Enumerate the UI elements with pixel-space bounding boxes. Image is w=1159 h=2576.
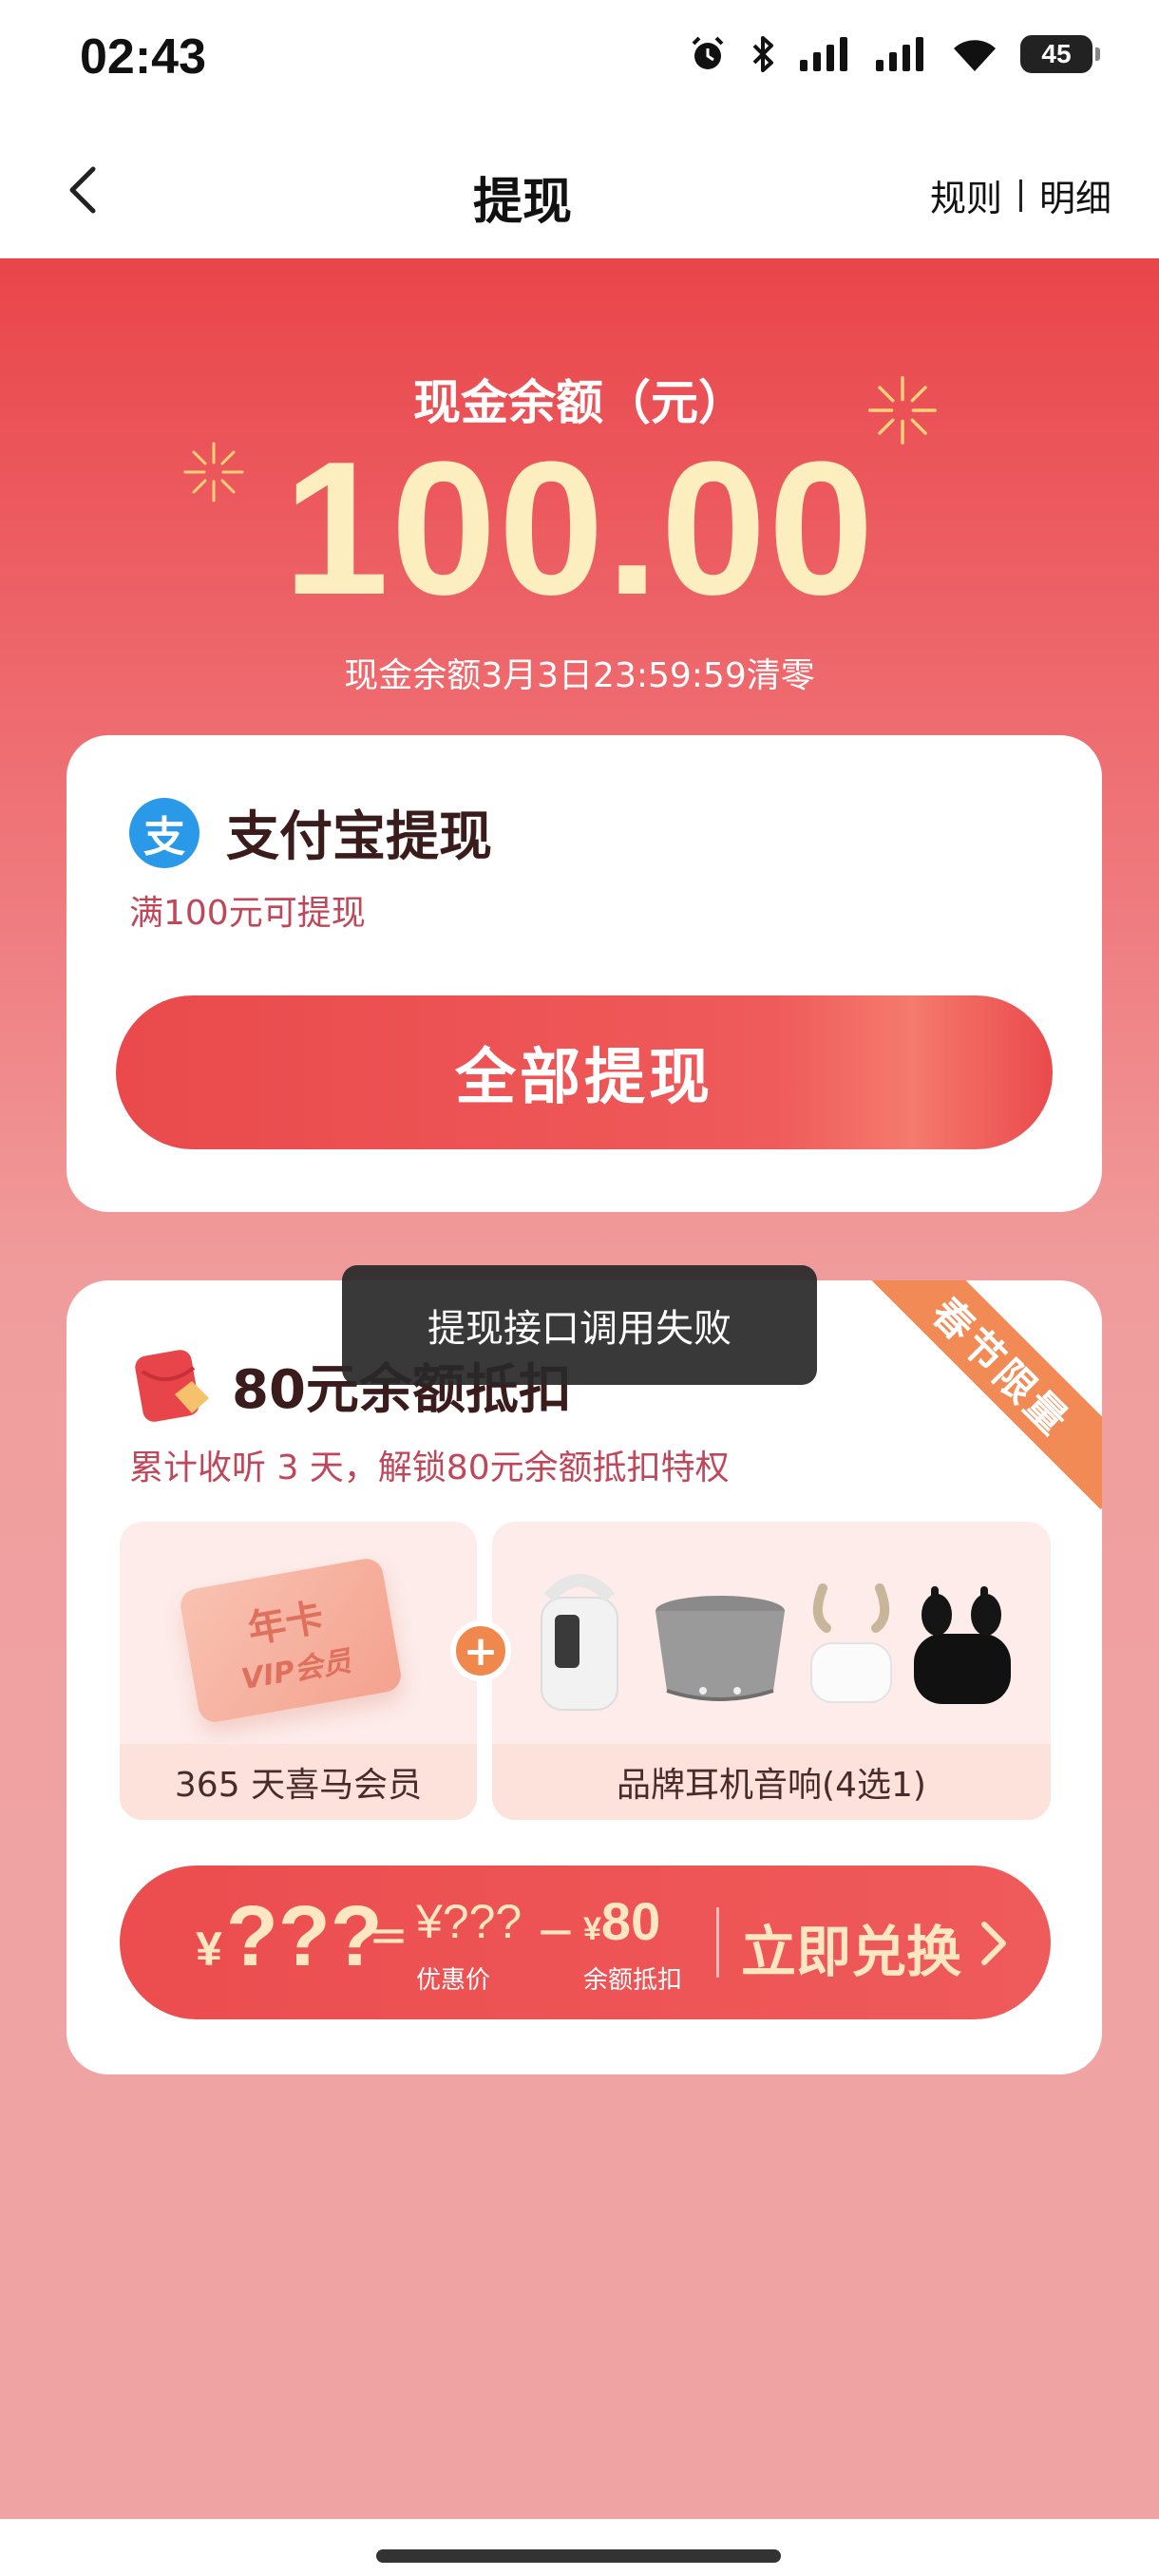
nav-links: 规则 明细 bbox=[930, 169, 1112, 221]
vip-membership-label: 365 天喜马会员 bbox=[120, 1744, 477, 1820]
balance-amount: 100.00 bbox=[283, 423, 876, 635]
promo-card: 春节限量 80元余额抵扣 累计收听 3 天，解锁80元余额抵扣特权 年卡 VIP… bbox=[66, 1280, 1102, 2074]
final-price-currency: ¥ bbox=[196, 1923, 222, 1976]
redeem-now-button[interactable]: 立即兑换 bbox=[741, 1907, 961, 1987]
vip-membership-panel[interactable]: 年卡 VIP会员 365 天喜马会员 bbox=[120, 1522, 477, 1820]
bluetooth-icon bbox=[752, 36, 773, 72]
error-toast: 提现接口调用失败 bbox=[342, 1265, 817, 1385]
final-price: ¥??? bbox=[196, 1888, 383, 1986]
final-price-value: ??? bbox=[225, 1889, 383, 1984]
redeem-divider bbox=[716, 1907, 719, 1978]
white-speaker-icon bbox=[541, 1574, 618, 1711]
deduct-value: 80 bbox=[600, 1891, 661, 1951]
deduct-caption: 余额抵扣 bbox=[583, 1966, 683, 1995]
promo-subtitle: 累计收听 3 天，解锁80元余额抵扣特权 bbox=[129, 1449, 730, 1487]
alipay-icon: 支 bbox=[129, 798, 200, 868]
alipay-withdraw-card: 支 支付宝提现 满100元可提现 全部提现 bbox=[66, 735, 1102, 1212]
deduct-amount: ¥80 bbox=[583, 1890, 660, 1952]
battery-indicator: 45 bbox=[1020, 35, 1100, 73]
black-earbuds-icon bbox=[914, 1586, 1011, 1704]
alipay-subtitle: 满100元可提现 bbox=[129, 894, 366, 933]
vip-card-image: 年卡 VIP会员 bbox=[178, 1556, 404, 1725]
discount-price-value: ¥??? bbox=[416, 1895, 522, 1948]
balance-expire-note: 现金余额3月3日23:59:59清零 bbox=[344, 656, 815, 695]
brand-audio-label: 品牌耳机音响(4选1) bbox=[492, 1744, 1051, 1820]
brand-audio-panel[interactable]: 品牌耳机音响(4选1) bbox=[492, 1522, 1051, 1820]
red-envelope-icon bbox=[135, 1350, 209, 1422]
status-time: 02:43 bbox=[80, 29, 206, 85]
grey-speaker-icon bbox=[656, 1596, 785, 1701]
discount-price-caption: 优惠价 bbox=[416, 1966, 491, 1995]
withdraw-all-button[interactable]: 全部提现 bbox=[116, 995, 1053, 1149]
details-link[interactable]: 明细 bbox=[1039, 169, 1112, 221]
page-title: 提现 bbox=[472, 174, 572, 231]
minus-sign: − bbox=[536, 1904, 576, 1959]
alarm-icon bbox=[692, 36, 724, 69]
nav-separator bbox=[1018, 179, 1022, 212]
equals-sign: = bbox=[369, 1907, 408, 1962]
status-icons: 45 bbox=[688, 34, 1100, 74]
bottom-bar bbox=[0, 2519, 1159, 2576]
wifi-icon bbox=[954, 40, 996, 71]
plus-icon: + bbox=[450, 1620, 511, 1681]
nav-bar: 提现 规则 明细 bbox=[0, 123, 1159, 258]
redeem-bar[interactable]: ¥??? = ¥??? 优惠价 − ¥80 余额抵扣 立即兑换 bbox=[120, 1866, 1051, 2019]
status-bar: 02:43 45 bbox=[0, 0, 1159, 123]
signal-icon-2 bbox=[876, 37, 923, 71]
chevron-right-icon bbox=[981, 1922, 1006, 1965]
signal-icon-1 bbox=[800, 37, 847, 71]
alipay-title: 支付宝提现 bbox=[226, 806, 492, 868]
rules-link[interactable]: 规则 bbox=[930, 169, 1002, 221]
audio-products-image bbox=[541, 1574, 1011, 1711]
spring-festival-ribbon: 春节限量 bbox=[858, 1280, 1102, 1510]
home-indicator[interactable] bbox=[376, 2549, 781, 2563]
deduct-currency: ¥ bbox=[583, 1911, 601, 1947]
open-earbuds-icon bbox=[810, 1583, 892, 1703]
